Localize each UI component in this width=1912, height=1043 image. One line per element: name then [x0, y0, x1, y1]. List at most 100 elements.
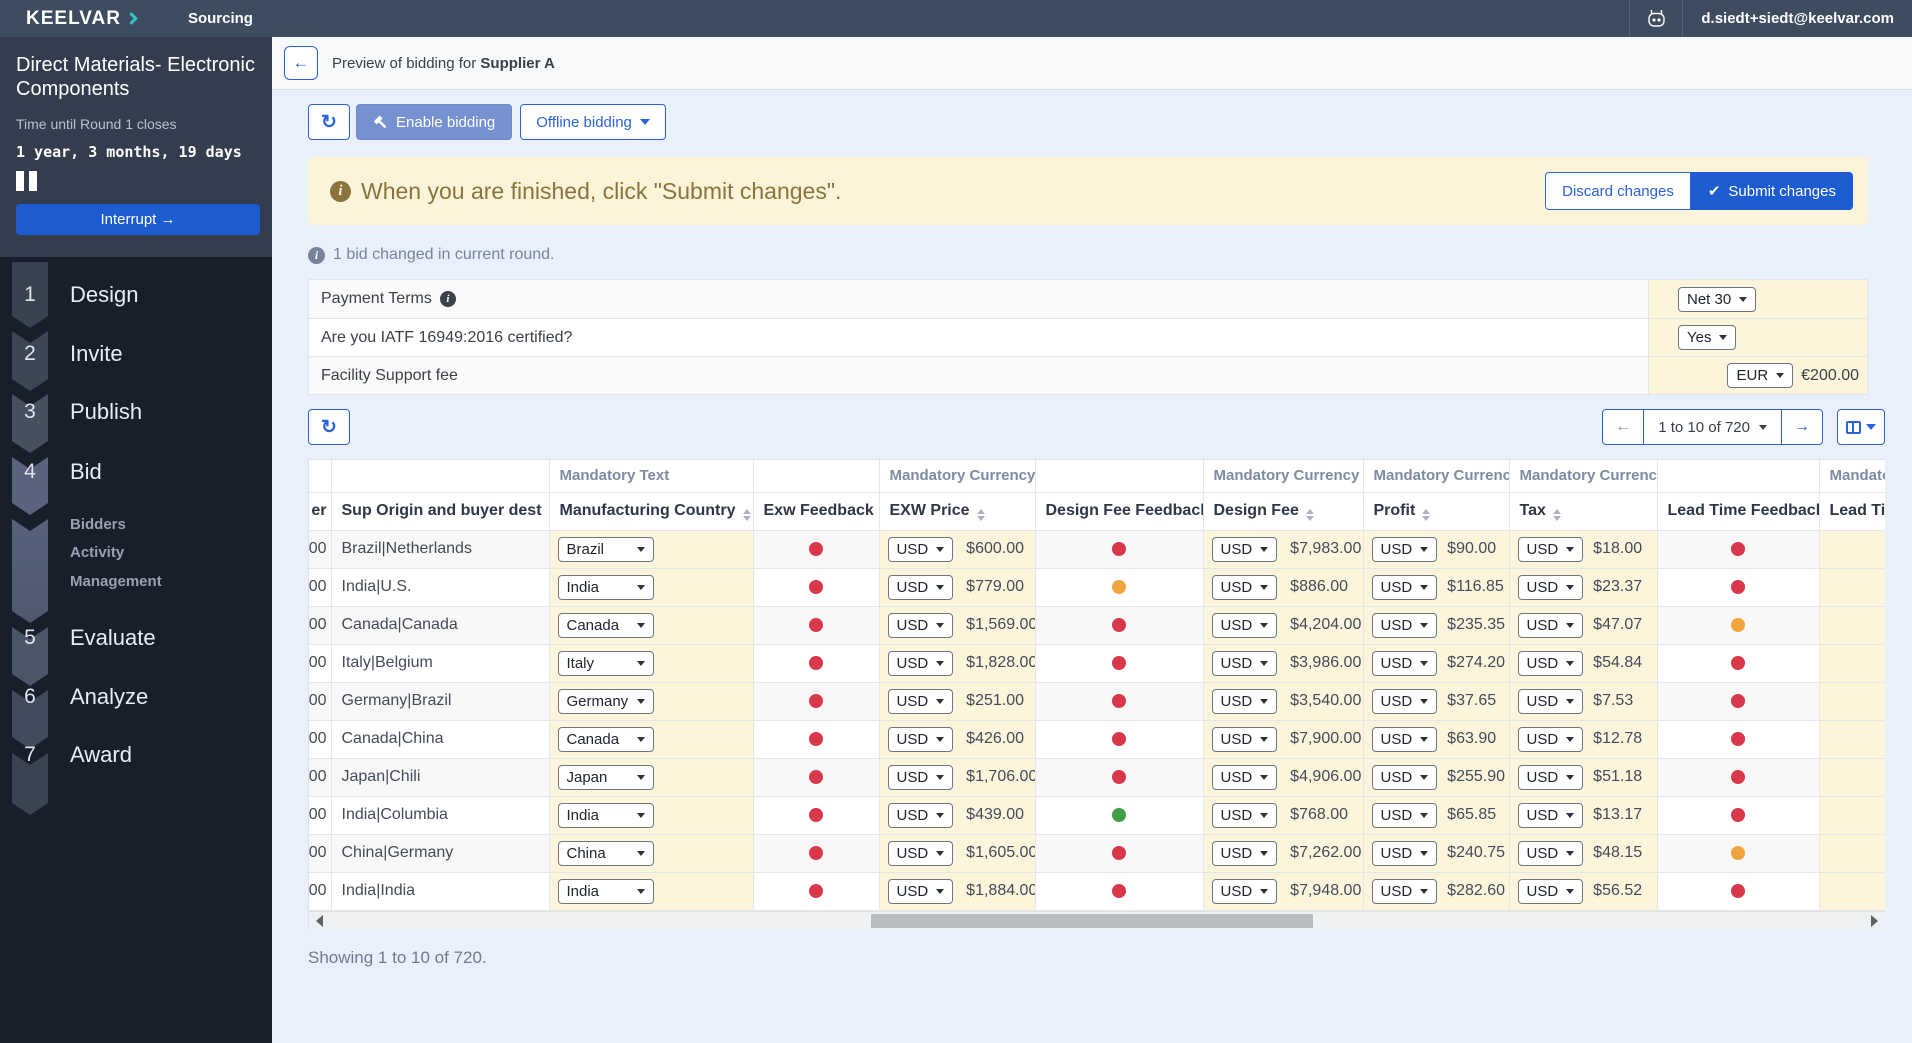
sidebar-item-bidders[interactable]: Bidders — [70, 511, 126, 537]
user-email[interactable]: d.siedt+siedt@keelvar.com — [1683, 10, 1912, 27]
exw-currency-select[interactable]: USD — [887, 612, 954, 638]
design-fee-currency-select[interactable]: USD — [1211, 574, 1278, 600]
back-button[interactable]: ← — [284, 46, 318, 80]
tax-value[interactable]: $7.53 — [1593, 692, 1633, 710]
design-fee-value[interactable]: $3,540.00 — [1290, 692, 1361, 710]
tax-value[interactable]: $12.78 — [1593, 730, 1642, 748]
profit-currency-select[interactable]: USD — [1371, 726, 1438, 752]
design-fee-currency-select[interactable]: USD — [1211, 688, 1278, 714]
profit-value[interactable]: $90.00 — [1447, 540, 1496, 558]
design-fee-value[interactable]: $3,986.00 — [1290, 654, 1361, 672]
design-fee-value[interactable]: $886.00 — [1290, 578, 1348, 596]
tax-currency-select[interactable]: USD — [1517, 764, 1584, 790]
col-header-tax[interactable]: Tax — [1509, 492, 1658, 531]
exw-currency-select[interactable]: USD — [887, 688, 954, 714]
design-fee-currency-select[interactable]: USD — [1211, 840, 1278, 866]
submit-changes-button[interactable]: ✔ Submit changes — [1690, 172, 1853, 210]
exw-currency-select[interactable]: USD — [887, 878, 954, 904]
manufacturing-country-select[interactable]: Canada — [557, 612, 654, 638]
step-analyze[interactable]: 6 Analyze — [0, 675, 272, 719]
horizontal-scrollbar[interactable] — [309, 910, 1885, 930]
design-fee-currency-select[interactable]: USD — [1211, 650, 1278, 676]
tax-currency-select[interactable]: USD — [1517, 878, 1584, 904]
design-fee-value[interactable]: $768.00 — [1290, 806, 1348, 824]
profit-currency-select[interactable]: USD — [1371, 612, 1438, 638]
manufacturing-country-select[interactable]: India — [557, 878, 654, 904]
profit-currency-select[interactable]: USD — [1371, 840, 1438, 866]
discard-changes-button[interactable]: Discard changes — [1545, 172, 1691, 210]
exw-currency-select[interactable]: USD — [887, 802, 954, 828]
profit-value[interactable]: $235.35 — [1447, 616, 1505, 634]
design-fee-currency-select[interactable]: USD — [1211, 612, 1278, 638]
design-fee-value[interactable]: $7,983.00 — [1290, 540, 1361, 558]
tax-value[interactable]: $54.84 — [1593, 654, 1642, 672]
tax-value[interactable]: $23.37 — [1593, 578, 1642, 596]
refresh-button[interactable]: ↻ — [308, 104, 350, 140]
tax-currency-select[interactable]: USD — [1517, 536, 1584, 562]
tax-value[interactable]: $48.15 — [1593, 844, 1642, 862]
profit-currency-select[interactable]: USD — [1371, 802, 1438, 828]
tax-currency-select[interactable]: USD — [1517, 574, 1584, 600]
manufacturing-country-select[interactable]: Canada — [557, 726, 654, 752]
keelvar-logo[interactable]: KEELVAR — [26, 8, 138, 30]
col-header-exw-price[interactable]: EXW Price — [879, 492, 1036, 531]
exw-currency-select[interactable]: USD — [887, 726, 954, 752]
design-fee-value[interactable]: $7,900.00 — [1290, 730, 1361, 748]
profit-currency-select[interactable]: USD — [1371, 878, 1438, 904]
tax-value[interactable]: $56.52 — [1593, 882, 1642, 900]
profit-currency-select[interactable]: USD — [1371, 574, 1438, 600]
tax-currency-select[interactable]: USD — [1517, 650, 1584, 676]
design-fee-currency-select[interactable]: USD — [1211, 726, 1278, 752]
profit-value[interactable]: $65.85 — [1447, 806, 1496, 824]
exw-currency-select[interactable]: USD — [887, 764, 954, 790]
tax-value[interactable]: $51.18 — [1593, 768, 1642, 786]
profit-value[interactable]: $37.65 — [1447, 692, 1496, 710]
step-publish[interactable]: 3 Publish — [0, 390, 272, 434]
scroll-right-arrow[interactable] — [1871, 914, 1878, 927]
tax-value[interactable]: $13.17 — [1593, 806, 1642, 824]
next-page-button[interactable]: → — [1781, 409, 1823, 445]
step-bid[interactable]: 4 Bid — [0, 450, 272, 494]
step-evaluate[interactable]: 5 Evaluate — [0, 616, 272, 660]
manufacturing-country-select[interactable]: Italy — [557, 650, 654, 676]
profit-currency-select[interactable]: USD — [1371, 650, 1438, 676]
enable-bidding-button[interactable]: Enable bidding — [356, 104, 513, 140]
manufacturing-country-select[interactable]: China — [557, 840, 654, 866]
manufacturing-country-select[interactable]: India — [557, 802, 654, 828]
tax-currency-select[interactable]: USD — [1517, 802, 1584, 828]
manufacturing-country-select[interactable]: India — [557, 574, 654, 600]
col-header-design-fee[interactable]: Design Fee — [1203, 492, 1364, 531]
tax-value[interactable]: $47.07 — [1593, 616, 1642, 634]
exw-price-value[interactable]: $426.00 — [966, 730, 1024, 748]
exw-currency-select[interactable]: USD — [887, 650, 954, 676]
exw-price-value[interactable]: $1,828.00 — [966, 654, 1034, 672]
scrollbar-thumb[interactable] — [871, 913, 1313, 928]
design-fee-currency-select[interactable]: USD — [1211, 536, 1278, 562]
offline-bidding-dropdown[interactable]: Offline bidding — [520, 104, 666, 140]
profit-value[interactable]: $282.60 — [1447, 882, 1505, 900]
manufacturing-country-select[interactable]: Brazil — [557, 536, 654, 562]
col-header-manufacturing-country[interactable]: Manufacturing Country — [549, 492, 754, 531]
design-fee-currency-select[interactable]: USD — [1211, 878, 1278, 904]
profit-value[interactable]: $116.85 — [1447, 578, 1504, 596]
interrupt-button[interactable]: Interrupt → — [16, 203, 260, 235]
profit-value[interactable]: $240.75 — [1447, 844, 1505, 862]
col-header-profit[interactable]: Profit — [1363, 492, 1510, 531]
design-fee-value[interactable]: $7,948.00 — [1290, 882, 1361, 900]
step-design[interactable]: 1 Design — [0, 273, 272, 317]
profit-currency-select[interactable]: USD — [1371, 764, 1438, 790]
tax-currency-select[interactable]: USD — [1517, 688, 1584, 714]
sidebar-item-activity[interactable]: Activity — [70, 539, 124, 565]
page-range-dropdown[interactable]: 1 to 10 of 720 — [1644, 409, 1781, 445]
exw-currency-select[interactable]: USD — [887, 840, 954, 866]
profit-currency-select[interactable]: USD — [1371, 536, 1438, 562]
design-fee-value[interactable]: $7,262.00 — [1290, 844, 1361, 862]
manufacturing-country-select[interactable]: Germany — [557, 688, 654, 714]
design-fee-currency-select[interactable]: USD — [1211, 764, 1278, 790]
tax-currency-select[interactable]: USD — [1517, 840, 1584, 866]
design-fee-currency-select[interactable]: USD — [1211, 802, 1278, 828]
exw-price-value[interactable]: $600.00 — [966, 540, 1024, 558]
exw-price-value[interactable]: $439.00 — [966, 806, 1024, 824]
step-award[interactable]: 7 Award — [0, 733, 272, 777]
design-fee-value[interactable]: $4,204.00 — [1290, 616, 1361, 634]
